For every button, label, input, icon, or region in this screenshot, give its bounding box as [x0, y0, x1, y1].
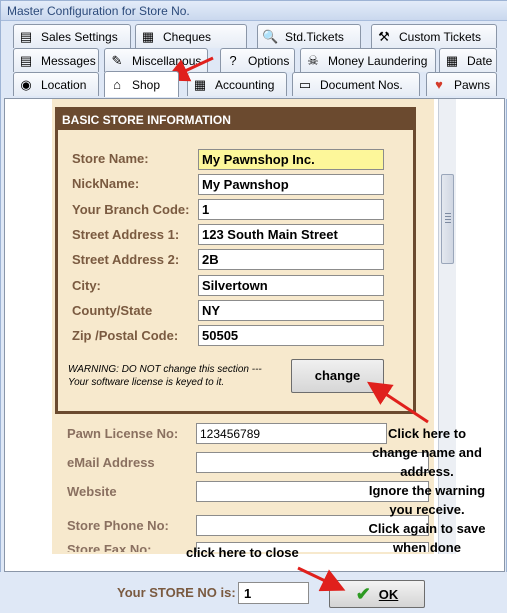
county-state-label: County/State	[72, 303, 153, 318]
hearts-icon: ♥	[435, 76, 443, 92]
pawn-license-label: Pawn License No:	[67, 426, 179, 441]
zip-postal-code-field[interactable]: 50505	[198, 325, 384, 346]
tab-options[interactable]: ? Options	[220, 48, 295, 72]
tab-label: Pawns	[454, 77, 491, 92]
home-icon: ⌂	[113, 76, 121, 92]
tab-label: Miscellanous	[132, 53, 202, 68]
tab-label: Document Nos.	[320, 77, 403, 92]
tab-document-nos[interactable]: ▭ Document Nos.	[292, 72, 420, 96]
grip-line	[445, 213, 451, 214]
zip-postal-code-label: Zip /Postal Code:	[72, 328, 179, 343]
change-button[interactable]: change	[291, 359, 384, 393]
tab-miscellanous[interactable]: ✎ Miscellanous	[104, 48, 208, 72]
question-icon: ?	[229, 52, 237, 68]
checkmark-icon: ✔	[355, 583, 371, 604]
change-instruction-note: Click here to change name and address. I…	[362, 424, 492, 557]
county-state-field[interactable]: NY	[198, 300, 384, 321]
tab-label: Messages	[41, 53, 96, 68]
street-address-2-field[interactable]: 2B	[198, 249, 384, 270]
nickname-label: NickName:	[72, 176, 140, 191]
note-line: Click again to save	[368, 521, 486, 536]
email-address-label: eMail Address	[67, 455, 155, 470]
website-label: Website	[67, 484, 117, 499]
skull-icon: ☠	[307, 52, 319, 68]
license-warning-line-2: Your software license is keyed to it.	[68, 377, 225, 388]
tab-label: Shop	[132, 77, 161, 92]
tab-messages[interactable]: ▤ Messages	[13, 48, 99, 72]
store-name-label: Store Name:	[72, 151, 149, 166]
street-address-2-label: Street Address 2:	[72, 252, 180, 267]
tab-std-tickets[interactable]: 🔍 Std.Tickets	[257, 24, 361, 48]
tab-location[interactable]: ◉ Location	[13, 72, 99, 96]
note-line: address.	[400, 464, 454, 479]
tab-label: Cheques	[163, 29, 212, 44]
pencil-icon: ✎	[111, 52, 123, 68]
store-name-field[interactable]: My Pawnshop Inc.	[198, 149, 384, 170]
tab-label: Money Laundering	[328, 53, 428, 68]
tab-strip: ▤ Sales Settings ▦ Cheques 🔍 Std.Tickets…	[1, 21, 507, 99]
note-line: when done	[393, 540, 461, 555]
ok-button[interactable]: ✔ OK	[329, 580, 425, 608]
city-field[interactable]: Silvertown	[198, 275, 384, 296]
tab-label: Accounting	[215, 77, 275, 92]
tab-pawns[interactable]: ♥ Pawns	[426, 72, 497, 96]
tab-accounting[interactable]: ▦ Accounting	[187, 72, 287, 96]
store-no-label: Your STORE NO is:	[117, 585, 236, 600]
scrollbar-thumb[interactable]	[441, 174, 454, 264]
street-address-1-field[interactable]: 123 South Main Street	[198, 224, 384, 245]
tab-sales-settings[interactable]: ▤ Sales Settings	[13, 24, 131, 48]
tab-label: Custom Tickets	[399, 29, 482, 44]
note-line: you receive.	[389, 502, 465, 517]
basic-store-info-header: BASIC STORE INFORMATION	[58, 110, 413, 130]
tab-date[interactable]: ▦ Date	[439, 48, 497, 72]
branch-code-label: Your Branch Code:	[72, 202, 190, 217]
close-instruction-note: click here to close	[186, 545, 299, 560]
window-title: Master Configuration for Store No.	[1, 1, 507, 21]
sales-settings-icon: ▤	[19, 28, 33, 44]
tab-label: Std.Tickets	[285, 29, 344, 44]
globe-icon: ◉	[20, 76, 32, 92]
store-no-field[interactable]: 1	[238, 582, 309, 604]
tab-label: Options	[248, 53, 290, 68]
calculator-icon: ▦	[193, 76, 207, 92]
tab-label: Location	[41, 77, 87, 92]
document-icon: ▭	[298, 76, 312, 92]
pawn-license-field[interactable]: 123456789	[196, 423, 387, 444]
license-warning-line-1: WARNING: DO NOT change this section ---	[68, 364, 262, 375]
note-line: change name and	[372, 445, 482, 460]
city-label: City:	[72, 278, 101, 293]
messages-icon: ▤	[19, 52, 33, 68]
grip-line	[445, 216, 451, 217]
cheques-icon: ▦	[141, 28, 155, 44]
nickname-field[interactable]: My Pawnshop	[198, 174, 384, 195]
ok-label: OK	[378, 586, 399, 602]
street-address-1-label: Street Address 1:	[72, 227, 180, 242]
calendar-icon: ▦	[445, 52, 459, 68]
grip-line	[445, 219, 451, 220]
store-fax-label: Store Fax No:	[67, 542, 152, 552]
store-phone-label: Store Phone No:	[67, 518, 169, 533]
grip-line	[445, 222, 451, 223]
branch-code-field[interactable]: 1	[198, 199, 384, 220]
tab-custom-tickets[interactable]: ⚒ Custom Tickets	[371, 24, 497, 48]
note-line: Ignore the warning	[368, 483, 486, 498]
tab-money-laundering[interactable]: ☠ Money Laundering	[300, 48, 436, 72]
tab-shop[interactable]: ⌂ Shop	[104, 71, 179, 97]
tickets-icon: 🔍	[262, 28, 279, 44]
tab-cheques[interactable]: ▦ Cheques	[135, 24, 247, 48]
tab-label: Sales Settings	[41, 29, 118, 44]
note-line: Click here to	[387, 426, 467, 441]
tab-label: Date	[467, 53, 493, 68]
tools-icon: ⚒	[378, 28, 390, 44]
